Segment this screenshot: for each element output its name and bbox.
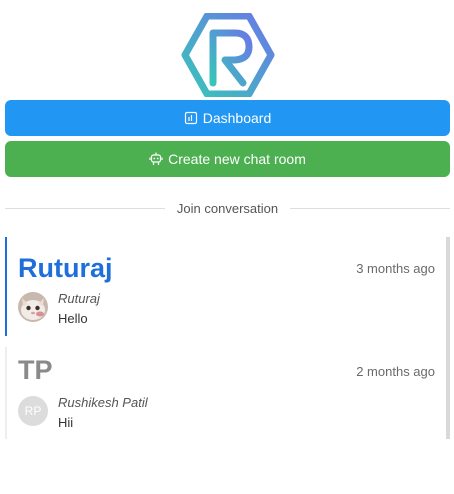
- divider-line-left: [5, 207, 165, 209]
- room-timestamp: 3 months ago: [356, 261, 435, 276]
- room-timestamp: 2 months ago: [356, 364, 435, 379]
- last-message-text: Hello: [58, 311, 88, 326]
- avatar: [18, 292, 48, 322]
- room-title: TP: [18, 355, 53, 385]
- avatar: RP: [18, 396, 48, 426]
- create-chat-room-button[interactable]: Create new chat room: [5, 141, 450, 177]
- dashboard-button[interactable]: Dashboard: [5, 100, 450, 136]
- last-message-text: Hii: [58, 415, 74, 430]
- dashboard-button-label: Dashboard: [202, 110, 272, 126]
- chat-room-item[interactable]: TP 2 months ago RP Rushikesh Patil Hii: [5, 347, 441, 439]
- chart-icon: [184, 111, 198, 125]
- chat-room-item[interactable]: Ruturaj 3 months ago Ruturaj Hello: [5, 237, 441, 336]
- robot-icon: [149, 152, 163, 166]
- divider-line-right: [290, 207, 451, 209]
- hexagon-r-logo-icon: [181, 12, 275, 98]
- room-title: Ruturaj: [18, 253, 113, 283]
- last-message-sender: Ruturaj: [58, 291, 100, 306]
- join-conversation-divider: Join conversation: [5, 199, 451, 217]
- last-message-sender: Rushikesh Patil: [58, 395, 148, 410]
- app-logo: [181, 12, 275, 98]
- chat-room-list[interactable]: Ruturaj 3 months ago Ruturaj Hello TP 2 …: [5, 237, 450, 439]
- cat-avatar-photo: [18, 292, 48, 322]
- create-chat-room-button-label: Create new chat room: [168, 151, 306, 167]
- list-scrollbar[interactable]: [446, 237, 450, 439]
- divider-label: Join conversation: [176, 200, 279, 216]
